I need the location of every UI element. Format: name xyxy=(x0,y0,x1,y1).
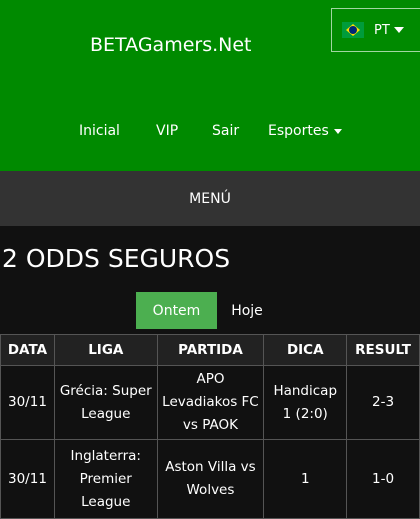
cell-dica: 1 xyxy=(263,439,348,519)
column-header-result: RESULT xyxy=(346,334,420,366)
cell-data: 30/11 xyxy=(0,365,55,440)
column-header-partida: PARTIDA xyxy=(156,334,265,366)
tab-hoje[interactable]: Hoje xyxy=(217,292,277,329)
page-title: 2 ODDS SEGUROS xyxy=(2,244,231,273)
tab-ontem[interactable]: Ontem xyxy=(136,292,217,329)
caret-down-icon xyxy=(333,128,342,134)
table-row: 30/11 Grécia: Super League APO Levadiako… xyxy=(0,365,420,440)
column-header-liga: LIGA xyxy=(53,334,158,366)
brazil-flag-icon xyxy=(342,22,364,38)
nav-item-esportes-label: Esportes xyxy=(268,123,329,139)
cell-result: 2-3 xyxy=(346,365,420,440)
site-header: BETAGamers.Net PT Inicial VIP Sair Espor… xyxy=(0,0,420,171)
table-header-row: DATA LIGA PARTIDA DICA RESULT xyxy=(0,334,420,366)
day-tabs: Ontem Hoje xyxy=(136,292,277,329)
nav-item-inicial[interactable]: Inicial xyxy=(79,123,120,139)
cell-liga: Grécia: Super League xyxy=(53,365,158,440)
cell-partida: Aston Villa vs Wolves xyxy=(156,439,265,519)
site-brand[interactable]: BETAGamers.Net xyxy=(90,34,252,56)
odds-table: DATA LIGA PARTIDA DICA RESULT 30/11 Gréc… xyxy=(0,334,420,519)
cell-liga: Inglaterra: Premier League xyxy=(53,439,158,519)
menu-toggle[interactable]: MENÚ xyxy=(0,171,420,226)
language-label: PT xyxy=(374,22,390,38)
nav-item-sair[interactable]: Sair xyxy=(212,123,239,139)
cell-partida: APO Levadiakos FC vs PAOK xyxy=(156,365,265,440)
chevron-down-icon xyxy=(393,27,404,33)
language-selector[interactable]: PT xyxy=(331,8,420,52)
cell-result: 1-0 xyxy=(346,439,420,519)
nav-item-vip[interactable]: VIP xyxy=(156,123,178,139)
column-header-dica: DICA xyxy=(263,334,348,366)
menu-label: MENÚ xyxy=(189,190,231,207)
nav-item-esportes[interactable]: Esportes xyxy=(268,123,342,139)
cell-data: 30/11 xyxy=(0,439,55,519)
main-nav: Inicial VIP Sair Esportes xyxy=(0,123,420,143)
cell-dica: Handicap 1 (2:0) xyxy=(263,365,348,440)
column-header-data: DATA xyxy=(0,334,55,366)
table-row: 30/11 Inglaterra: Premier League Aston V… xyxy=(0,439,420,519)
